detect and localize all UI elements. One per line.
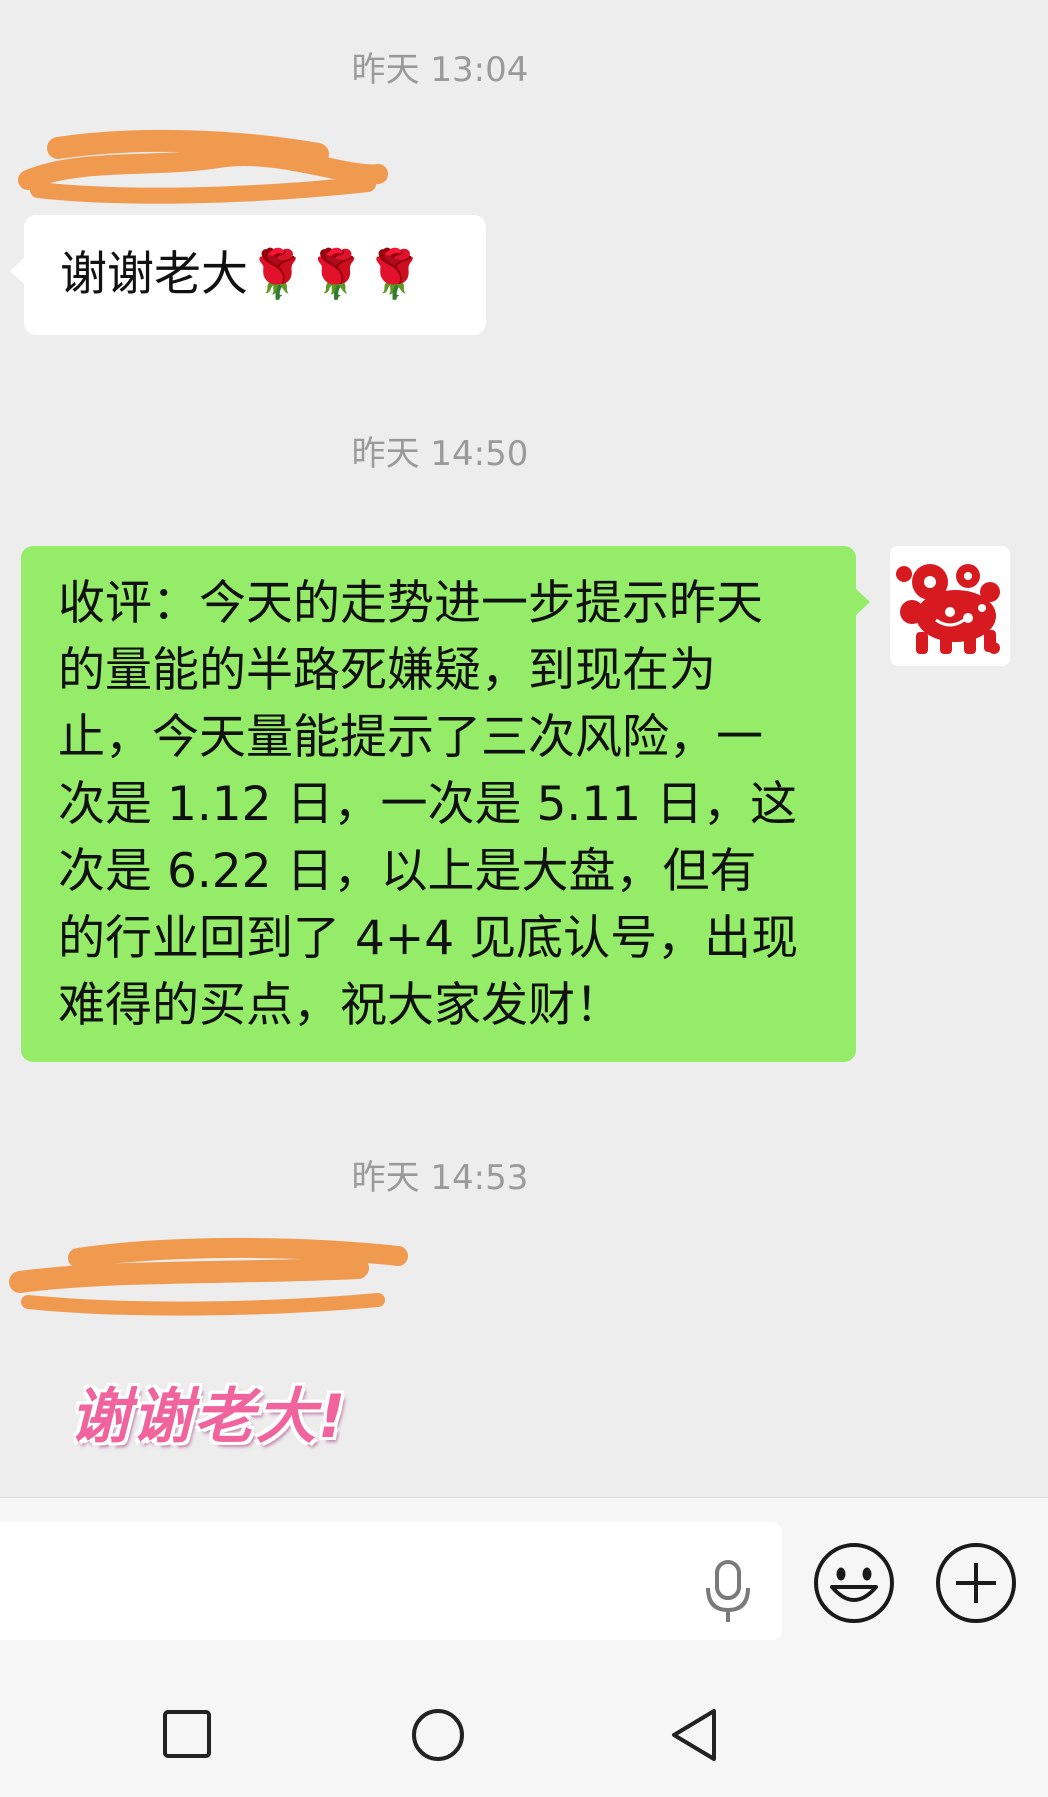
message-line: 收评：今天的走势进一步提示昨天 bbox=[58, 576, 763, 631]
paper-cut-dog-avatar-icon bbox=[890, 546, 1010, 666]
message-bubble-incoming[interactable]: 谢谢老大🌹🌹🌹 bbox=[10, 215, 486, 335]
message-line: 难得的买点，祝大家发财！ bbox=[58, 978, 622, 1033]
message-input[interactable] bbox=[0, 1522, 782, 1640]
message-bubble-outgoing[interactable]: 收评：今天的走势进一步提示昨天 的量能的半路死嫌疑，到现在为 止，今天量能提示了… bbox=[21, 546, 870, 1062]
thanks-sticker[interactable]: 谢谢老大! bbox=[70, 1368, 347, 1455]
message-timestamp: 昨天 14:53 bbox=[351, 1158, 529, 1198]
emoji-icon[interactable] bbox=[812, 1541, 896, 1625]
chat-area: 昨天 13:04 谢谢老大🌹🌹🌹 昨天 14:50 收评：今天的走势进一步提示昨… bbox=[0, 0, 1048, 1497]
message-timestamp: 昨天 14:50 bbox=[351, 434, 529, 474]
message-line: 次是 6.22 日，以上是大盘，但有 bbox=[58, 844, 757, 899]
message-line: 的量能的半路死嫌疑，到现在为 bbox=[58, 643, 716, 698]
plus-icon[interactable] bbox=[934, 1541, 1018, 1625]
avatar[interactable] bbox=[890, 546, 1010, 666]
system-navigation-bar bbox=[0, 1649, 1048, 1797]
message-text: 收评：今天的走势进一步提示昨天 的量能的半路死嫌疑，到现在为 止，今天量能提示了… bbox=[58, 570, 798, 1039]
home-circle-icon[interactable] bbox=[410, 1707, 466, 1763]
sender-name-redaction bbox=[9, 1237, 408, 1316]
back-triangle-icon[interactable] bbox=[668, 1707, 720, 1763]
message-line: 次是 1.12 日，一次是 5.11 日，这 bbox=[58, 777, 798, 832]
microphone-icon[interactable] bbox=[700, 1554, 756, 1626]
sender-name-redaction bbox=[18, 129, 388, 204]
message-text: 谢谢老大🌹🌹🌹 bbox=[60, 247, 424, 302]
message-line: 的行业回到了 4+4 见底认号，出现 bbox=[58, 911, 799, 966]
recents-square-icon[interactable] bbox=[162, 1709, 212, 1759]
message-input-bar bbox=[0, 1497, 1048, 1650]
message-timestamp: 昨天 13:04 bbox=[351, 50, 529, 90]
message-line: 止，今天量能提示了三次风险，一 bbox=[58, 710, 763, 765]
